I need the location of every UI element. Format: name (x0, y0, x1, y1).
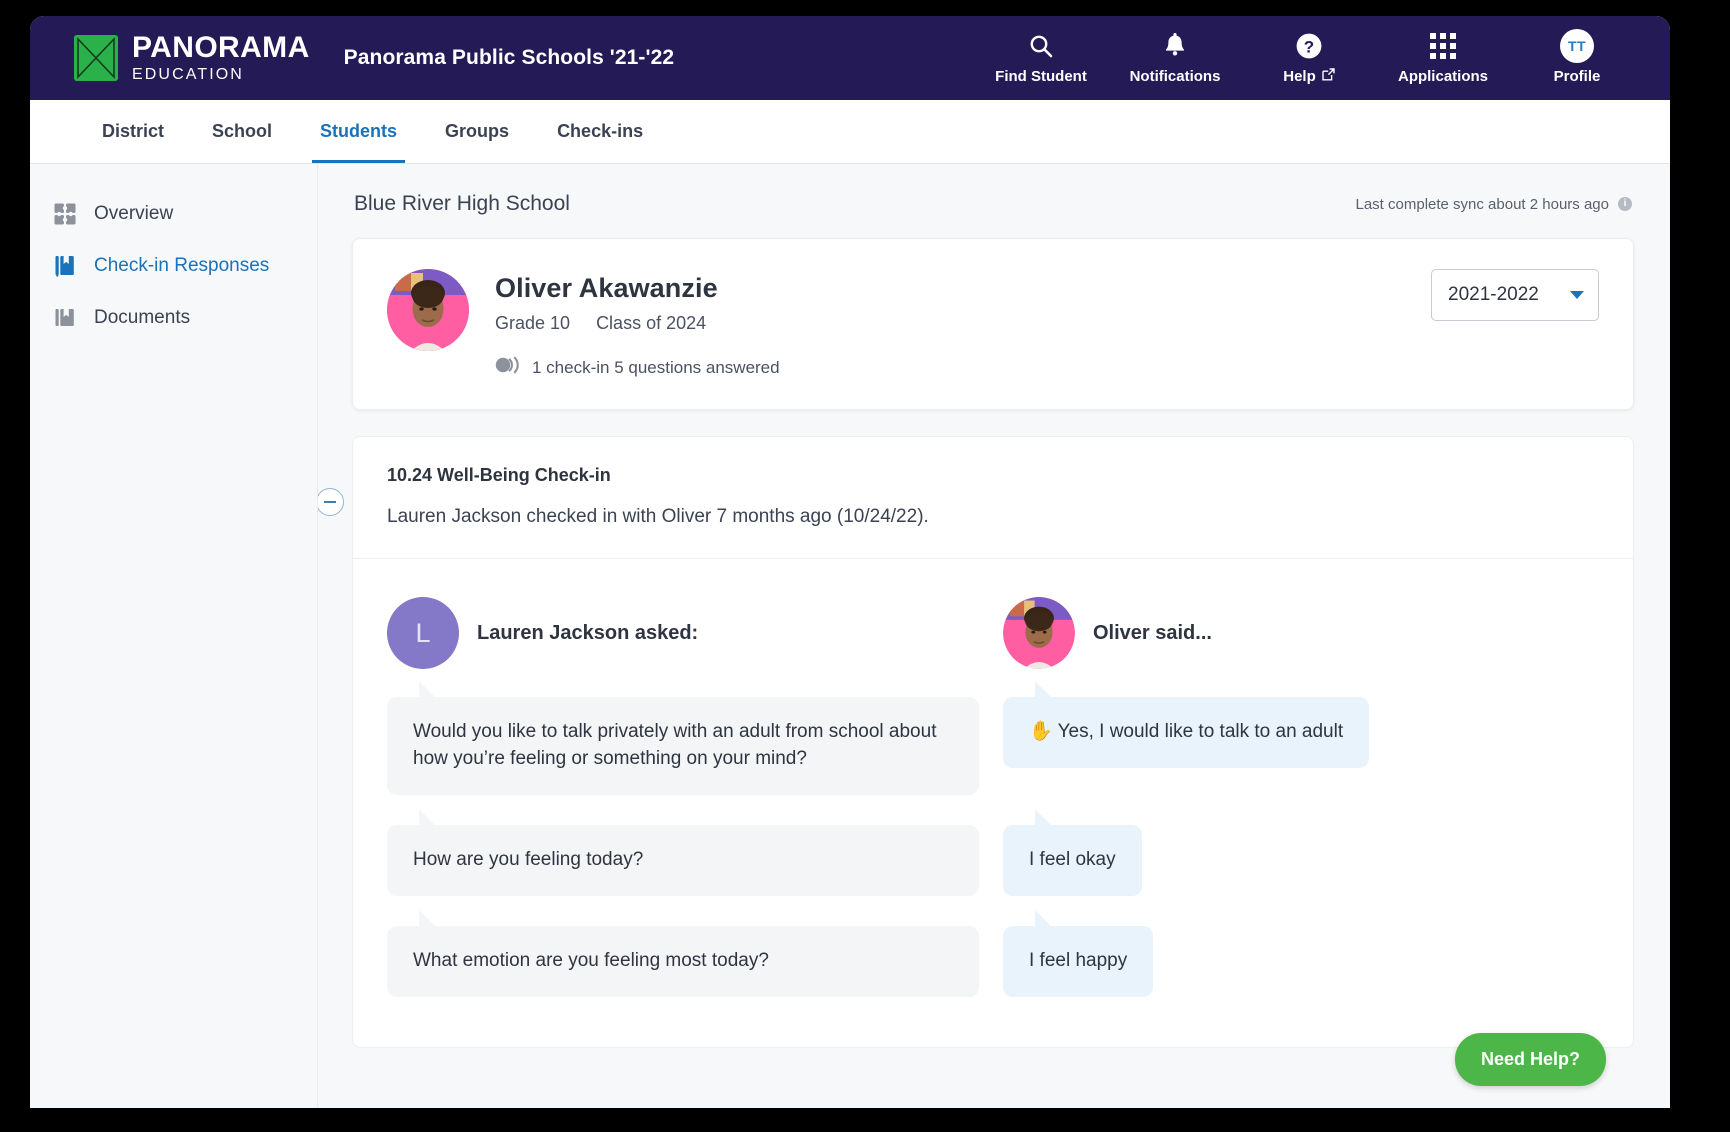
profile-label: Profile (1554, 68, 1601, 85)
answer-bubble: I feel happy (1003, 926, 1153, 997)
student-details: Oliver Akawanzie Grade 10 Class of 2024 (495, 269, 780, 379)
profile-button[interactable]: TT Profile (1510, 16, 1644, 100)
school-year-select[interactable]: 2021-2022 (1431, 269, 1599, 321)
asker-header-label: Lauren Jackson asked: (477, 622, 698, 645)
answer-cell: ✋ Yes, I would like to talk to an adult (979, 697, 1599, 795)
section-tab-bar: District School Students Groups Check-in… (30, 100, 1670, 164)
sync-status-text: Last complete sync about 2 hours ago (1356, 196, 1610, 213)
info-icon[interactable]: i (1618, 197, 1632, 211)
checkin-panel: 10.24 Well-Being Check-in Lauren Jackson… (352, 436, 1634, 1048)
avatar-icon: TT (1560, 31, 1594, 61)
app-window: PANORAMA EDUCATION Panorama Public Schoo… (30, 16, 1670, 1108)
grid-apps-icon (1430, 31, 1456, 61)
tab-school[interactable]: School (188, 100, 296, 163)
responder-avatar (1003, 597, 1075, 669)
question-circle-icon: ? (1295, 31, 1323, 61)
sidebar-item-documents[interactable]: Documents (30, 292, 317, 344)
student-subinfo: Grade 10 Class of 2024 (495, 313, 780, 334)
asker-column-header: L Lauren Jackson asked: (387, 595, 979, 671)
page-body: Overview Check-in Responses (30, 164, 1670, 1108)
answer-bubble: ✋ Yes, I would like to talk to an adult (1003, 697, 1369, 768)
sidebar-item-documents-label: Documents (94, 307, 190, 329)
qa-row: What emotion are you feeling most today?… (387, 926, 1599, 997)
logo-wordmark-secondary: EDUCATION (132, 67, 310, 83)
question-cell: What emotion are you feeling most today? (387, 926, 979, 997)
asker-avatar-initial: L (415, 618, 430, 649)
main-content: Blue River High School Last complete syn… (318, 164, 1670, 1108)
qa-row: How are you feeling today? I feel okay (387, 825, 1599, 896)
sidebar-item-check-in-responses[interactable]: Check-in Responses (30, 240, 317, 292)
checkin-summary-text: 1 check-in 5 questions answered (532, 358, 780, 378)
responder-header-label: Oliver said... (1093, 622, 1212, 645)
minus-circle-icon[interactable] (318, 488, 344, 516)
need-help-button[interactable]: Need Help? (1455, 1033, 1606, 1086)
tab-students[interactable]: Students (296, 100, 421, 163)
browser-frame: PANORAMA EDUCATION Panorama Public Schoo… (30, 16, 1700, 1116)
help-label: Help (1283, 68, 1335, 85)
external-link-icon (1322, 68, 1335, 85)
student-grade: Grade 10 (495, 313, 570, 334)
panorama-logo-icon (74, 35, 118, 81)
tab-check-ins[interactable]: Check-ins (533, 100, 667, 163)
logo-wordmark-primary: PANORAMA (132, 33, 310, 63)
question-bubble: How are you feeling today? (387, 825, 979, 896)
tab-groups[interactable]: Groups (421, 100, 533, 163)
document-icon (52, 305, 78, 331)
sidebar-item-overview[interactable]: Overview (30, 188, 317, 240)
question-bubble: Would you like to talk privately with an… (387, 697, 979, 795)
sidebar-item-check-in-responses-label: Check-in Responses (94, 255, 269, 277)
checkin-summary: 1 check-in 5 questions answered (495, 356, 780, 379)
answer-cell: I feel okay (979, 825, 1599, 896)
journal-icon (52, 253, 78, 279)
help-button[interactable]: ? Help (1242, 16, 1376, 100)
answer-bubble: I feel okay (1003, 825, 1142, 896)
checkin-panel-body: L Lauren Jackson asked: (352, 558, 1634, 1048)
student-name: Oliver Akawanzie (495, 273, 780, 304)
puzzle-icon (52, 201, 78, 227)
school-year-value: 2021-2022 (1448, 284, 1539, 306)
student-photo (387, 269, 469, 351)
left-sidebar: Overview Check-in Responses (30, 164, 318, 1108)
sidebar-item-overview-label: Overview (94, 203, 173, 225)
student-summary-card: Oliver Akawanzie Grade 10 Class of 2024 (352, 238, 1634, 410)
question-cell: Would you like to talk privately with an… (387, 697, 979, 795)
answer-cell: I feel happy (979, 926, 1599, 997)
help-text: Help (1283, 68, 1316, 85)
qa-row: Would you like to talk privately with an… (387, 697, 1599, 795)
student-class-of: Class of 2024 (596, 313, 706, 334)
applications-button[interactable]: Applications (1376, 16, 1510, 100)
checkin-title: 10.24 Well-Being Check-in (387, 465, 1599, 486)
main-header: Blue River High School Last complete syn… (352, 164, 1634, 238)
applications-label: Applications (1398, 68, 1488, 85)
signal-icon (495, 356, 521, 379)
find-student-label: Find Student (995, 68, 1087, 85)
svg-text:?: ? (1304, 37, 1314, 56)
question-bubble: What emotion are you feeling most today? (387, 926, 979, 997)
avatar-initials: TT (1560, 29, 1594, 63)
checkin-panel-header: 10.24 Well-Being Check-in Lauren Jackson… (352, 436, 1634, 558)
search-icon (1028, 31, 1054, 61)
notifications-label: Notifications (1130, 68, 1221, 85)
checkin-subtitle: Lauren Jackson checked in with Oliver 7 … (387, 506, 1599, 528)
top-navigation-bar: PANORAMA EDUCATION Panorama Public Schoo… (30, 16, 1670, 100)
responder-column-header: Oliver said... (979, 595, 1599, 671)
notifications-button[interactable]: Notifications (1108, 16, 1242, 100)
find-student-button[interactable]: Find Student (974, 16, 1108, 100)
question-cell: How are you feeling today? (387, 825, 979, 896)
school-name: Blue River High School (354, 192, 570, 216)
asker-avatar: L (387, 597, 459, 669)
top-nav-actions: Find Student Notifications (974, 16, 1644, 100)
bell-icon (1163, 31, 1187, 61)
brand-logo[interactable]: PANORAMA EDUCATION (74, 33, 310, 83)
chevron-down-icon (1570, 291, 1584, 299)
conversation-headers: L Lauren Jackson asked: (387, 595, 1599, 671)
district-name: Panorama Public Schools '21-'22 (344, 46, 675, 70)
sync-status: Last complete sync about 2 hours ago i (1356, 196, 1633, 213)
tab-district[interactable]: District (74, 100, 188, 163)
